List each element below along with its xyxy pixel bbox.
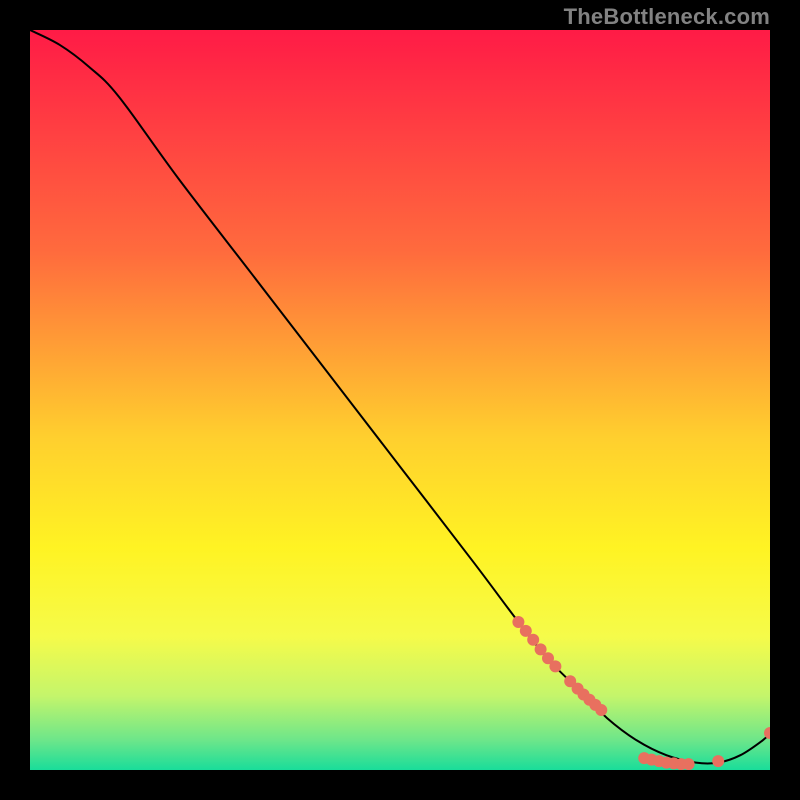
data-point [712, 755, 724, 767]
watermark-text: TheBottleneck.com [564, 4, 770, 30]
data-point [683, 758, 695, 770]
gradient-background [30, 30, 770, 770]
chart-svg [30, 30, 770, 770]
chart-frame: TheBottleneck.com [0, 0, 800, 800]
data-point [595, 704, 607, 716]
plot-area [30, 30, 770, 770]
data-point [549, 660, 561, 672]
data-point [527, 634, 539, 646]
